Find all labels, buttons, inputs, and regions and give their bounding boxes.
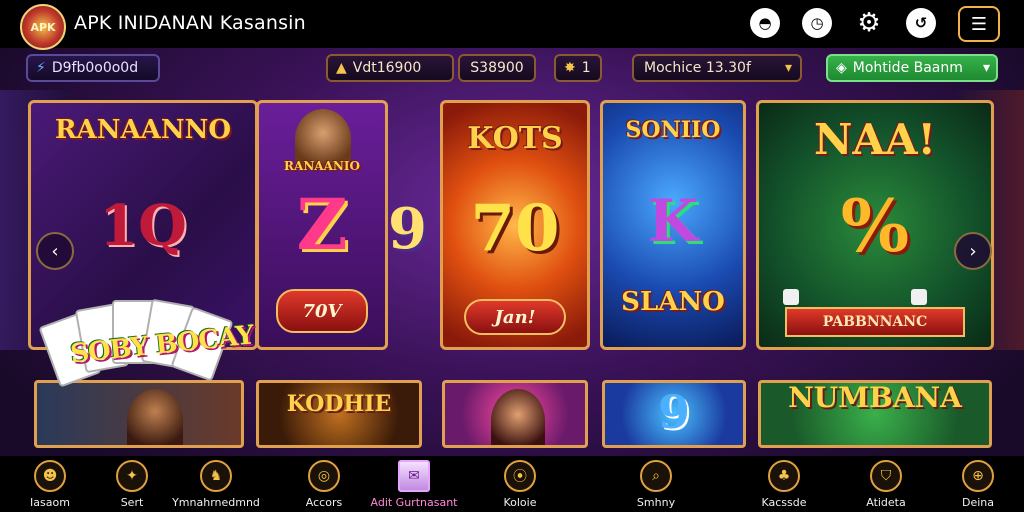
- nav-label: Adit Gurtnasant: [370, 496, 458, 509]
- mail-icon: ✉: [398, 460, 430, 492]
- play-button[interactable]: 70V: [276, 289, 368, 333]
- game-card-2[interactable]: RANAANIO Z 70V: [256, 100, 388, 350]
- nav-item-accors[interactable]: ◎ Accors: [276, 460, 372, 509]
- nav-item-sert[interactable]: ✦ Sert: [84, 460, 180, 509]
- dropdown-value: Mochice 13.30f: [644, 60, 751, 76]
- nav-label: Ymnahrnedmnd: [172, 496, 260, 509]
- character-portrait: [127, 389, 183, 445]
- star-icon: ✦: [116, 460, 148, 492]
- chevron-down-icon: ▾: [784, 60, 792, 76]
- action-label: Mohtide Baanm: [852, 60, 963, 76]
- nav-item-kacssde[interactable]: ♣ Kacssde: [736, 460, 832, 509]
- nav-label: Accors: [305, 496, 343, 509]
- thumb-title: 9: [657, 385, 690, 439]
- card-symbol: K: [647, 187, 699, 255]
- card-title: RANAANIO: [284, 159, 360, 173]
- game-thumb-1[interactable]: [34, 380, 244, 448]
- game-thumb-3[interactable]: [442, 380, 588, 448]
- game-card-4[interactable]: SONIIO K SLANO: [600, 100, 746, 350]
- chevron-right-icon: ›: [969, 240, 977, 262]
- coins-pill[interactable]: ▲ Vdt16900: [326, 54, 454, 82]
- card-title: RANAANNO: [54, 115, 232, 145]
- nav-item-deina[interactable]: ⊕ Deina: [930, 460, 1024, 509]
- card-symbol: 70: [470, 191, 560, 266]
- game-thumb-2[interactable]: KODHIE: [256, 380, 422, 448]
- character-portrait: [491, 389, 545, 445]
- magnifier-icon: ⌕: [640, 460, 672, 492]
- globe-icon: ⊕: [962, 460, 994, 492]
- pin-icon: ⦿: [504, 460, 536, 492]
- carousel-prev-button[interactable]: ‹: [36, 232, 74, 270]
- play-button[interactable]: Jan!: [464, 299, 566, 335]
- shield-icon: ⛉: [870, 460, 902, 492]
- avatar-icon: ☻: [34, 460, 66, 492]
- gear-icon[interactable]: ⚙: [854, 8, 884, 38]
- card-subtitle: SLANO: [621, 287, 725, 317]
- bottom-navigation: ☻ Iasaom ✦ Sert ♞ Ymnahrnedmnd ◎ Accors …: [0, 456, 1024, 512]
- app-title: APK INIDANAN Kasansin: [74, 12, 306, 34]
- top-bar: APK APK INIDANAN Kasansin ◓ ◷ ⚙ ↺ ☰: [0, 0, 1024, 50]
- card-title: SONIIO: [625, 117, 721, 143]
- stars-value: 1: [581, 60, 591, 76]
- balance-pill[interactable]: S38900: [458, 54, 536, 82]
- card-title: NAA!: [813, 115, 936, 164]
- card-title: KOTS: [467, 121, 563, 156]
- nav-label: Koloie: [503, 496, 537, 509]
- user-icon: ⚡: [36, 60, 46, 76]
- cat-icon: ♞: [200, 460, 232, 492]
- nav-label: Deina: [961, 496, 994, 509]
- nav-item-ymnahrnedmnd[interactable]: ♞ Ymnahrnedmnd: [168, 460, 264, 509]
- game-card-3[interactable]: KOTS 70 Jan!: [440, 100, 590, 350]
- game-card-5[interactable]: NAA! % PABBNNANC: [756, 100, 994, 350]
- wallet-icon[interactable]: ◓: [750, 8, 780, 38]
- coins-value: Vdt16900: [352, 60, 422, 76]
- card-symbol: Z: [296, 183, 348, 266]
- search-icon: ◎: [308, 460, 340, 492]
- nav-label: Kacssde: [761, 496, 807, 509]
- action-button[interactable]: ◈ Mohtide Baanm ▾: [826, 54, 998, 82]
- game-thumb-5[interactable]: NUMBANA: [758, 380, 992, 448]
- app-logo[interactable]: APK: [20, 4, 66, 50]
- mode-dropdown[interactable]: Mochice 13.30f ▾: [632, 54, 802, 82]
- clover-icon: ♣: [768, 460, 800, 492]
- dice-icon: [783, 289, 799, 305]
- nav-item-koloie[interactable]: ⦿ Koloie: [472, 460, 568, 509]
- star-icon: ✸: [564, 60, 576, 76]
- lucky-number: 9: [388, 196, 427, 262]
- nav-label: Smhny: [636, 496, 676, 509]
- chevron-left-icon: ‹: [51, 240, 59, 262]
- card-banner: PABBNNANC: [785, 307, 965, 337]
- refresh-icon[interactable]: ↺: [906, 8, 936, 38]
- nav-item-atideta[interactable]: ⛉ Atideta: [838, 460, 934, 509]
- menu-icon: ☰: [970, 13, 988, 35]
- stars-pill[interactable]: ✸ 1: [554, 54, 602, 82]
- nav-label: Sert: [120, 496, 144, 509]
- thumb-title: KODHIE: [286, 391, 392, 417]
- menu-button[interactable]: ☰: [958, 6, 1000, 42]
- shield-icon: ◈: [836, 60, 847, 76]
- clock-icon[interactable]: ◷: [802, 8, 832, 38]
- user-id: D9fb0o0o0d: [51, 60, 139, 76]
- chevron-down-icon: ▾: [982, 60, 990, 76]
- coin-icon: ▲: [336, 60, 347, 76]
- carousel-next-button[interactable]: ›: [954, 232, 992, 270]
- user-id-pill[interactable]: ⚡ D9fb0o0o0d: [26, 54, 160, 82]
- nav-item-adit-gurtnasant[interactable]: ✉ Adit Gurtnasant: [364, 460, 464, 509]
- nav-label: Atideta: [866, 496, 906, 509]
- game-thumb-4[interactable]: 9: [602, 380, 746, 448]
- balance-value: S38900: [470, 60, 524, 76]
- dice-icon: [911, 289, 927, 305]
- nav-item-smhny[interactable]: ⌕ Smhny: [608, 460, 704, 509]
- thumb-title: NUMBANA: [788, 381, 962, 414]
